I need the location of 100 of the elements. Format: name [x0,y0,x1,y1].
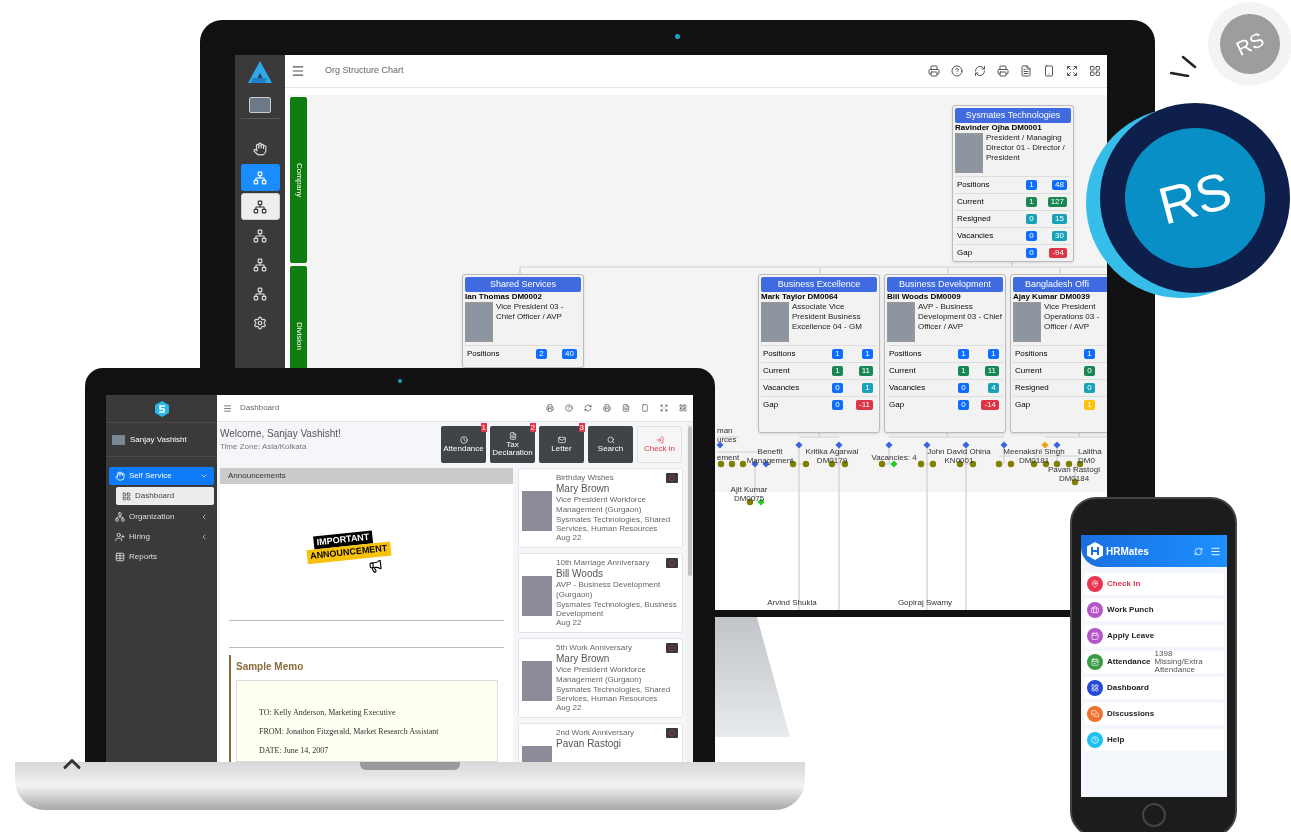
event-type: 10th Marriage Anniversary [556,558,650,568]
stat-label: Gap [889,399,906,411]
menu-label: Work Punch [1107,604,1154,616]
node-label: Gopiraj Swamy [897,598,953,607]
logo-icon [247,60,273,84]
quick-action-button[interactable]: Tax Declaration 2 [490,426,535,463]
chevron-down-icon [200,472,208,480]
count-badge: 2 [536,349,547,359]
count-badge: 1 [832,349,843,359]
photo-placeholder [522,576,552,616]
stat-label: Resigned [957,213,992,225]
org-card[interactable]: Sysmates Technologies Ravinder Ojha DM0001 President / Managing Director 01 - Director / President Positions 1 48 Current 1 127 Resigned 0 15 Vacancies 0 30 Gap 0 -94 [952,105,1074,262]
quick-action-button[interactable]: Check in [637,426,682,463]
count-badge: -11 [856,400,873,410]
menu-item[interactable]: Reports [109,548,214,566]
job-title: Vice President Workforce Management (Gurgaon) [556,495,647,515]
menu-item[interactable]: Work Punch [1084,599,1224,621]
menu-item[interactable]: Attendance 1398 Missing/Extra Attendance [1084,651,1224,673]
message-button[interactable] [666,643,678,653]
submenu-item[interactable]: Dashboard [116,487,214,505]
message-button[interactable] [666,473,678,483]
count-badge: 40 [562,349,577,359]
event-type: 5th Work Anniversary [556,643,632,653]
refresh-icon[interactable] [974,65,986,77]
menu-label: Apply Leave [1107,630,1155,642]
grid-icon[interactable] [1089,65,1101,77]
menu-note: 1398 Missing/Extra Attendance [1154,650,1204,674]
message-button[interactable] [666,558,678,568]
job-title: Vice President 03 - Chief Officer / AVP [496,302,565,323]
phone-icon[interactable] [1043,65,1055,77]
message-button[interactable] [666,728,678,738]
document-icon[interactable] [1020,65,1032,77]
grid-icon[interactable] [679,404,687,412]
count-badge: -94 [1049,248,1067,258]
pointer-hand-icon [253,141,267,156]
count-badge: 48 [1052,180,1067,190]
help-icon[interactable] [565,404,573,412]
menu-item[interactable]: Hiring [109,528,214,546]
count-badge: 1 [1084,349,1095,359]
job-title: AVP - Business Development (Gurgaon) [556,580,662,600]
avatar-icon [112,434,125,445]
menu-item[interactable]: Apply Leave [1084,625,1224,647]
mail-icon [557,436,566,444]
scrollbar[interactable] [686,422,693,762]
person-name: Mark Taylor DM0064 [761,292,839,302]
org-chart-icon [253,286,267,301]
card-title: Business Excellence [761,277,877,292]
menu-item[interactable]: Check In [1084,573,1224,595]
org-card[interactable]: Business Development Bill Woods DM0009 AVP - Business Development 03 - Chief Officer / AVP Positions 1 1 Current 1 11 Vacancies 0 4 Gap 0 -14 [884,274,1006,433]
org-chart-icon [253,228,267,243]
org-text: Sysmates Technologies, Business Development [556,600,678,618]
stat-label: Vacancies [889,382,927,394]
menu-icon[interactable] [223,403,232,413]
count-badge: 11 [858,366,873,376]
count-badge: 0 [1026,214,1037,224]
printer-icon[interactable] [928,65,940,77]
refresh-icon[interactable] [584,404,592,412]
menu-item[interactable]: Dashboard [1084,677,1224,699]
quick-action-button[interactable]: Letter 3 [539,426,584,463]
memo-line: TO: Kelly Anderson, Marketing Executive [259,707,397,719]
stat-label: Positions [1015,348,1049,360]
job-title: President / Managing Director 01 - Director / President [986,133,1066,164]
document-icon[interactable] [622,404,630,412]
org-card[interactable]: Bangladesh Offi Ajay Kumar DM0039 Vice President Operations 03 - Officer / AVP Positions 1 Current 0 Resigned 0 Gap 1 [1010,274,1107,433]
printer-icon[interactable] [997,65,1009,77]
menu-item[interactable]: Help [1084,729,1224,751]
menu-item[interactable]: Organization [109,508,214,526]
nav-item[interactable] [240,164,280,191]
clock-icon [459,436,468,444]
event-type: 2nd Work Anniversary [556,728,635,738]
org-card[interactable]: Shared Services Ian Thomas DM0002 Vice President 03 - Chief Officer / AVP Positions 2 40 [462,274,584,368]
count-badge: 1 [862,349,873,359]
help-icon[interactable] [951,65,963,77]
expand-icon[interactable] [1066,65,1078,77]
person-name: Bill Woods [556,568,605,580]
org-chart-icon [253,199,267,214]
count-badge: 1 [480,423,487,432]
org-card[interactable]: Business Excellence Mark Taylor DM0064 Associate Vice President Business Excellence 04 - GM Positions 1 1 Current 1 11 Vacancies 0 1 Gap 0 -11 [758,274,880,433]
quick-action-button[interactable]: Attendance 1 [441,426,486,463]
event-date: Aug 22 [556,618,583,628]
user-add-icon [115,532,125,542]
expand-icon[interactable] [660,404,668,412]
menu-icon[interactable] [291,64,305,78]
event-date: Aug 22 [556,533,583,543]
count-badge: 0 [1026,248,1037,258]
menu-label: Help [1107,734,1125,746]
org-chart-icon [253,257,267,272]
event-date: Aug 22 [556,703,583,713]
help-icon [1091,736,1099,744]
count-badge: 0 [958,383,969,393]
menu-item[interactable]: Self Service [109,467,214,485]
count-badge: 0 [1026,231,1037,241]
settings-icon [253,315,267,330]
person-name: Ravinder Ojha DM0001 [955,123,1043,133]
stat-label: Vacancies [763,382,801,394]
document-icon [508,432,517,440]
menu-item[interactable]: Discussions [1084,703,1224,725]
quick-action-button[interactable]: Search [588,426,633,463]
job-title: Vice President Workforce Management (Gurgaon) [556,665,647,685]
menu-icon[interactable] [1210,545,1221,557]
